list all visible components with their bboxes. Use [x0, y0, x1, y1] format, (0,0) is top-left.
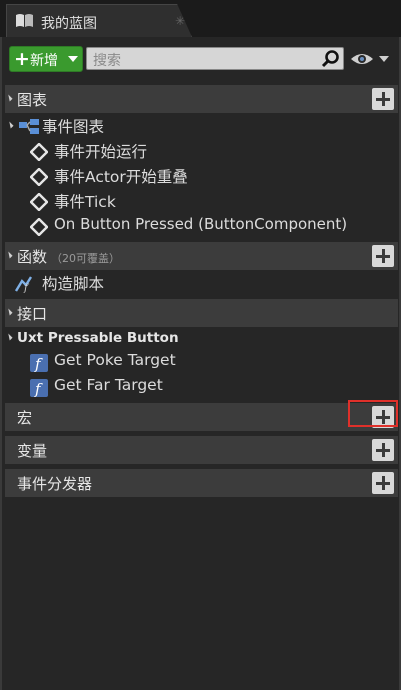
category-variables-title: 变量 [17, 442, 48, 460]
function-override-icon: f [14, 276, 33, 293]
search-placeholder: 搜索 [93, 53, 121, 69]
functions-override-count: （20可覆盖） [51, 252, 121, 265]
view-options-chevron-icon[interactable] [379, 56, 389, 62]
add-graph-button[interactable] [372, 88, 394, 110]
tab-my-blueprint[interactable]: 我的蓝图 ✳ [6, 4, 192, 37]
event-diamond-icon [30, 193, 48, 211]
plus-icon: + [14, 48, 30, 70]
category-interfaces[interactable]: 接口 [5, 299, 398, 327]
chevron-down-icon [68, 56, 78, 62]
event-item[interactable]: 事件Tick [30, 190, 370, 214]
title-bar: 我的蓝图 ✳ [0, 0, 401, 37]
category-functions-title: 函数 （20可覆盖） [17, 246, 120, 267]
tab-title: 我的蓝图 [41, 16, 97, 32]
construction-script-label: 构造脚本 [42, 275, 105, 293]
expand-arrow-icon[interactable] [6, 121, 14, 129]
interface-function-item[interactable]: f Get Far Target [30, 376, 230, 400]
event-label: 事件Actor开始重叠 [54, 168, 188, 186]
expand-arrow-icon[interactable] [5, 251, 13, 259]
event-graph-label: 事件图表 [42, 118, 105, 136]
function-icon: f [30, 354, 48, 372]
toolbar: + 新增 搜索 [2, 37, 399, 81]
add-function-button[interactable] [372, 245, 394, 267]
event-item[interactable]: 事件Actor开始重叠 [30, 165, 370, 189]
function-label: Get Poke Target [54, 351, 176, 369]
category-functions[interactable]: 函数 （20可覆盖） [5, 242, 398, 270]
event-diamond-icon [30, 168, 48, 186]
interface-title: Uxt Pressable Button [17, 330, 179, 346]
search-icon[interactable] [320, 49, 340, 69]
event-label: 事件Tick [54, 193, 116, 211]
category-variables[interactable]: 变量 [5, 436, 398, 464]
category-graphs-title: 图表 [17, 91, 48, 109]
add-variable-button[interactable] [372, 439, 394, 461]
event-item[interactable]: On Button Pressed (ButtonComponent) [30, 215, 375, 239]
event-item[interactable]: 事件开始运行 [30, 140, 370, 164]
interface-uxt-pressable-button[interactable]: Uxt Pressable Button [5, 328, 398, 350]
search-input[interactable]: 搜索 [86, 47, 344, 70]
category-event-dispatchers[interactable]: 事件分发器 [5, 469, 398, 497]
add-new-label: 新增 [30, 53, 58, 69]
event-diamond-icon [30, 143, 48, 161]
category-macros[interactable]: 宏 [5, 403, 398, 431]
construction-script-row[interactable]: f 构造脚本 [14, 272, 314, 296]
expand-arrow-icon[interactable] [5, 308, 13, 316]
expand-arrow-icon[interactable] [5, 333, 13, 341]
function-icon: f [30, 379, 48, 397]
svg-text:f: f [23, 283, 30, 293]
event-label: 事件开始运行 [54, 143, 148, 161]
add-event-dispatcher-button[interactable] [372, 472, 394, 494]
category-macros-title: 宏 [17, 409, 33, 427]
tab-close-icon[interactable]: ✳ [175, 14, 185, 28]
event-graph-row[interactable]: 事件图表 [6, 115, 386, 139]
category-graphs[interactable]: 图表 [5, 85, 398, 113]
event-label: On Button Pressed (ButtonComponent) [54, 215, 348, 233]
my-blueprint-panel: + 新增 搜索 图表 事件图表 事件开始运行 事件Actor开始重叠 事件Tic… [0, 37, 401, 690]
interface-function-item[interactable]: f Get Poke Target [30, 351, 230, 375]
category-interfaces-title: 接口 [17, 305, 48, 323]
highlight-box [348, 400, 398, 427]
function-label: Get Far Target [54, 376, 163, 394]
add-new-button[interactable]: + 新增 [9, 46, 83, 72]
category-event-dispatchers-title: 事件分发器 [17, 475, 93, 493]
expand-arrow-icon[interactable] [5, 94, 13, 102]
event-diamond-icon [30, 218, 48, 236]
book-icon [16, 14, 33, 27]
functions-title-text: 函数 [17, 248, 48, 266]
eye-icon[interactable] [350, 51, 374, 67]
event-graph-icon [19, 119, 39, 134]
